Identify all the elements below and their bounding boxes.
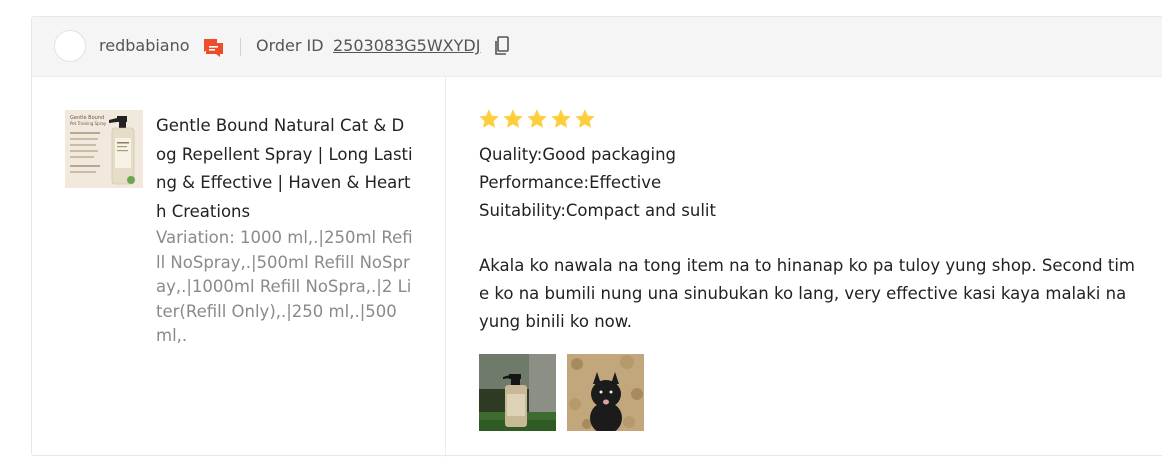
chat-icon[interactable] — [202, 37, 224, 57]
order-id-link[interactable]: 2503083G5WXYDJ — [333, 36, 480, 55]
star-icon — [551, 109, 571, 128]
star-icon — [479, 109, 499, 128]
review-photo-dog[interactable] — [567, 354, 644, 431]
copy-icon[interactable] — [494, 36, 510, 56]
avatar[interactable] — [54, 30, 86, 62]
black-dog-photo — [567, 354, 644, 431]
review-attributes: Quality:Good packaging Performance:Effec… — [479, 141, 716, 225]
review-photos — [479, 354, 644, 431]
review-header: redbabiano Order ID 2503083G5WXYDJ — [32, 17, 1162, 77]
username[interactable]: redbabiano — [99, 36, 190, 55]
product-variation: Variation: 1000 ml,.|250ml Refill NoSpra… — [156, 228, 413, 345]
review-attribute-suitability: Suitability:Compact and sulit — [479, 201, 716, 220]
product-image: Gentle Bound Pet Training Spray — [65, 110, 143, 188]
star-icon — [575, 109, 595, 128]
spray-bottle-photo — [479, 354, 556, 431]
rating-stars — [478, 108, 596, 130]
product-thumbnail[interactable]: Gentle Bound Pet Training Spray — [65, 110, 143, 188]
review-attribute-quality: Quality:Good packaging — [479, 145, 677, 164]
review-photo-spray-bottle[interactable] — [479, 354, 556, 431]
header-divider — [240, 38, 241, 56]
order-id-label: Order ID — [256, 36, 324, 55]
thumb-subtitle: Pet Training Spray — [70, 121, 107, 126]
star-icon — [503, 109, 523, 128]
review-attribute-performance: Performance:Effective — [479, 173, 662, 192]
product-name[interactable]: Gentle Bound Natural Cat & Dog Repellent… — [156, 112, 414, 226]
star-icon — [527, 109, 547, 128]
column-divider — [445, 77, 446, 457]
review-comment: Akala ko nawala na tong item na to hinan… — [479, 256, 1135, 331]
review-card: redbabiano Order ID 2503083G5WXYDJ Gentl… — [31, 16, 1162, 457]
